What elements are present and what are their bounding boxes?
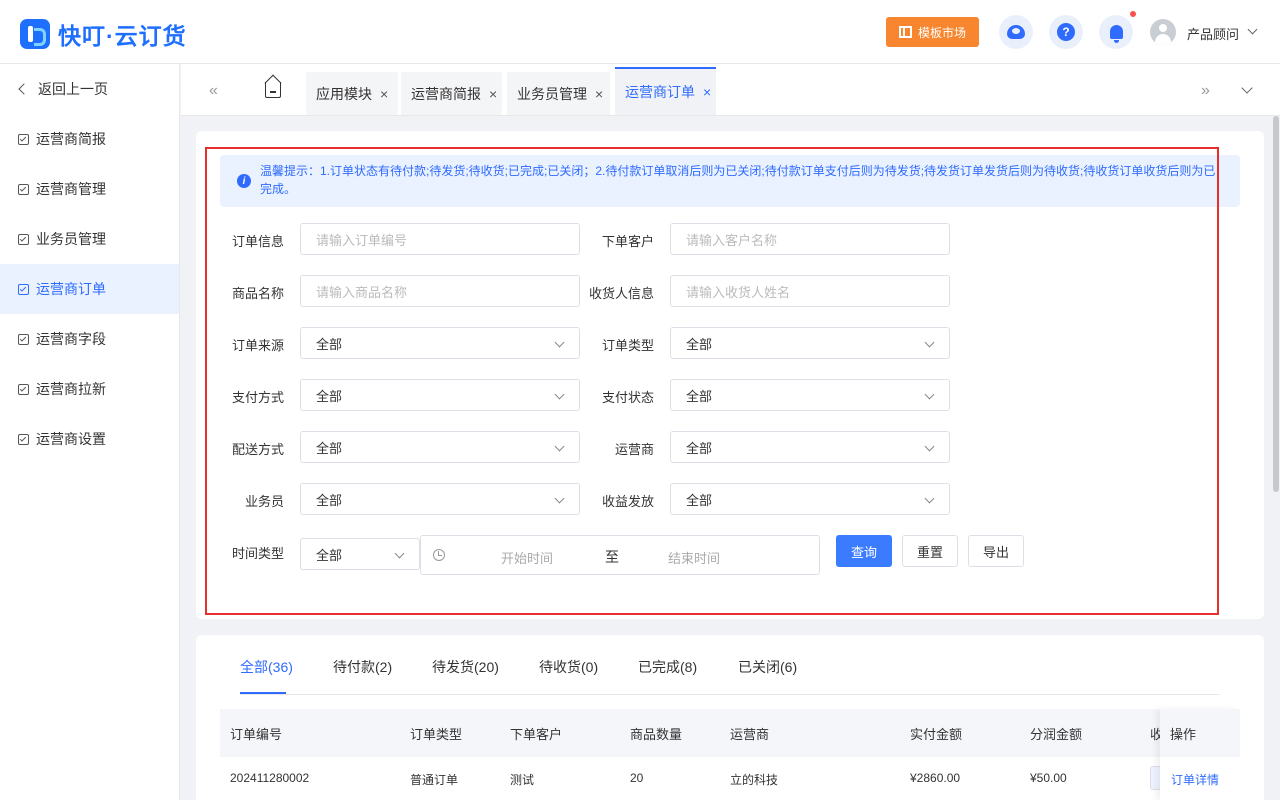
checkbox-icon xyxy=(18,433,29,445)
tab-closed[interactable]: 已关闭(6) xyxy=(738,657,797,677)
checkbox-icon xyxy=(18,233,29,245)
help-button[interactable]: ? xyxy=(1049,15,1083,49)
sidebar-item-label: 运营商简报 xyxy=(36,131,106,147)
close-icon[interactable]: × xyxy=(703,84,711,100)
column-actions: 操作 xyxy=(1170,727,1197,742)
close-icon[interactable]: × xyxy=(380,86,388,102)
sidebar-item-label: 运营商管理 xyxy=(36,181,106,197)
tab-label: 业务员管理 xyxy=(517,85,587,102)
sidebar-item-operator-settings[interactable]: 运营商设置 xyxy=(0,414,179,464)
tab-pending-receipt[interactable]: 待收货(0) xyxy=(539,657,598,677)
sidebar-item-operator-brief[interactable]: 运营商简报 xyxy=(0,114,179,164)
chevron-down-icon[interactable] xyxy=(1241,82,1253,94)
checkbox-icon xyxy=(18,333,29,345)
tab-completed[interactable]: 已完成(8) xyxy=(638,657,697,677)
tab-label: 应用模块 xyxy=(316,85,372,102)
highlight-frame xyxy=(205,147,1219,615)
column-quantity: 商品数量 xyxy=(630,727,683,742)
checkbox-icon xyxy=(18,133,29,145)
sidebar: 返回上一页 运营商简报 运营商管理 业务员管理 运营商订单 运营商字段 运营商拉… xyxy=(0,64,180,800)
customer-service-button[interactable] xyxy=(999,15,1033,49)
tab-label: 运营商简报 xyxy=(411,85,481,102)
cell-order-type: 普通订单 xyxy=(410,773,459,787)
column-share-amount: 分润金额 xyxy=(1030,727,1083,742)
cell-operator: 立的科技 xyxy=(730,773,779,787)
tabs-divider xyxy=(240,694,1220,695)
column-truncated: 收 xyxy=(1150,727,1160,742)
actions-header: 操作 xyxy=(1160,709,1240,757)
customer-service-icon xyxy=(1007,25,1025,39)
truncated-cell xyxy=(1150,766,1160,790)
sidebar-item-label: 运营商字段 xyxy=(36,331,106,347)
cell-quantity: 20 xyxy=(630,771,644,785)
user-avatar[interactable] xyxy=(1150,19,1176,45)
column-customer: 下单客户 xyxy=(510,727,563,742)
back-link[interactable]: 返回上一页 xyxy=(0,64,179,114)
tab-salesman-management[interactable]: 业务员管理 × xyxy=(507,72,610,115)
sidebar-item-label: 业务员管理 xyxy=(36,231,106,247)
notification-button[interactable] xyxy=(1099,15,1133,49)
tab-bar: « 应用模块 × 运营商简报 × 业务员管理 × 运营商订单 × » xyxy=(181,64,1280,116)
bell-icon xyxy=(1109,25,1123,43)
tabs-prev-icon[interactable]: « xyxy=(209,82,218,100)
sidebar-item-operator-orders[interactable]: 运营商订单 xyxy=(0,264,179,314)
template-icon xyxy=(898,26,912,38)
order-detail-link[interactable]: 订单详情 xyxy=(1171,771,1219,788)
cell-paid-amount: ¥2860.00 xyxy=(910,771,961,785)
back-label: 返回上一页 xyxy=(38,81,108,97)
logo-text: 快叮·云订货 xyxy=(58,23,187,49)
template-market-label: 模板市场 xyxy=(917,25,966,40)
sidebar-item-label: 运营商设置 xyxy=(36,431,106,447)
home-icon[interactable] xyxy=(265,82,281,98)
help-icon: ? xyxy=(1057,23,1075,41)
sidebar-item-operator-management[interactable]: 运营商管理 xyxy=(0,164,179,214)
active-tab-indicator xyxy=(240,692,286,694)
cell-share-amount: ¥50.00 xyxy=(1030,771,1067,785)
top-header: 快叮·云订货 模板市场 ? 产品顾问 xyxy=(0,0,1280,64)
tab-label: 运营商订单 xyxy=(625,84,695,100)
sidebar-item-operator-fields[interactable]: 运营商字段 xyxy=(0,314,179,364)
checkbox-icon xyxy=(18,283,29,295)
close-icon[interactable]: × xyxy=(489,86,497,102)
checkbox-icon xyxy=(18,383,29,395)
sidebar-item-label: 运营商订单 xyxy=(36,281,106,297)
column-operator: 运营商 xyxy=(730,727,770,742)
tab-all[interactable]: 全部(36) xyxy=(240,657,293,677)
tab-pending-payment[interactable]: 待付款(2) xyxy=(333,657,392,677)
template-market-button[interactable]: 模板市场 xyxy=(886,17,979,47)
column-order-number: 订单编号 xyxy=(230,727,283,742)
sidebar-item-salesman-management[interactable]: 业务员管理 xyxy=(0,214,179,264)
column-order-type: 订单类型 xyxy=(410,727,463,742)
actions-column: 操作 订单详情 xyxy=(1160,709,1240,800)
tab-app-module[interactable]: 应用模块 × xyxy=(306,72,398,115)
checkbox-icon xyxy=(18,183,29,195)
cell-customer: 测试 xyxy=(510,773,535,787)
scrollbar[interactable] xyxy=(1272,116,1280,800)
sidebar-item-label: 运营商拉新 xyxy=(36,381,106,397)
logo-mark-icon xyxy=(20,19,50,49)
chevron-down-icon[interactable] xyxy=(1247,24,1258,35)
close-icon[interactable]: × xyxy=(595,86,603,102)
notification-dot xyxy=(1130,11,1136,17)
cell-order-number: 202411280002 xyxy=(230,771,310,785)
scrollbar-thumb[interactable] xyxy=(1273,116,1279,492)
tab-operator-orders[interactable]: 运营商订单 × xyxy=(615,67,716,115)
tab-pending-shipment[interactable]: 待发货(20) xyxy=(432,657,499,677)
user-name[interactable]: 产品顾问 xyxy=(1187,24,1239,43)
chevron-left-icon xyxy=(18,83,30,95)
column-paid-amount: 实付金额 xyxy=(910,727,963,742)
tab-operator-brief[interactable]: 运营商简报 × xyxy=(401,72,502,115)
sidebar-item-operator-acquisition[interactable]: 运营商拉新 xyxy=(0,364,179,414)
app-logo[interactable]: 快叮·云订货 xyxy=(20,17,187,51)
tabs-next-icon[interactable]: » xyxy=(1201,82,1210,100)
